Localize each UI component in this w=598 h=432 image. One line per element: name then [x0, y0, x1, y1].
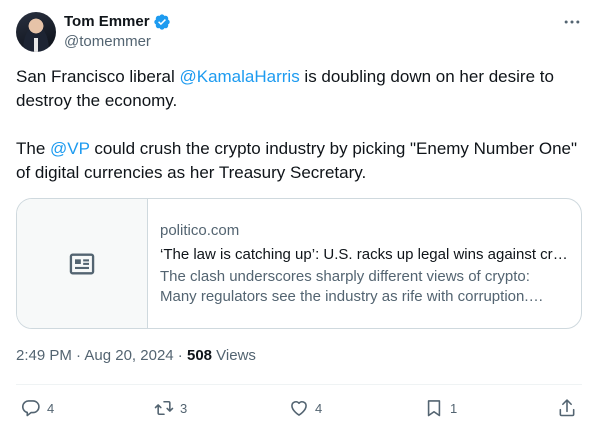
views-count: 508: [186, 347, 213, 364]
text-span: San Francisco liberal: [16, 67, 180, 86]
tweet-meta: 2:49 PM · Aug 20, 2024 · 508 Views: [16, 346, 256, 366]
link-preview-card[interactable]: politico.com ‘The law is catching up’: U…: [16, 198, 582, 329]
meta-separator: ·: [71, 347, 85, 364]
card-domain: politico.com: [160, 222, 240, 239]
meta-separator: ·: [173, 347, 187, 364]
more-options-icon[interactable]: [558, 10, 586, 34]
share-button[interactable]: [557, 396, 577, 420]
heart-icon: [291, 401, 307, 416]
mention-vp-link[interactable]: @VP: [50, 139, 90, 158]
bookmark-button[interactable]: 1: [424, 396, 457, 420]
like-button[interactable]: 4: [289, 396, 322, 420]
reply-icon: [21, 400, 40, 417]
card-thumbnail: [17, 199, 148, 328]
card-title: ‘The law is catching up’: U.S. racks up …: [160, 246, 568, 263]
card-body: politico.com ‘The law is catching up’: U…: [160, 221, 568, 307]
repost-count: 3: [180, 400, 188, 416]
article-icon: [69, 253, 95, 274]
text-span: The: [16, 139, 51, 158]
share-icon: [559, 399, 575, 417]
tweet-text: San Francisco liberal @KamalaHarris is d…: [16, 65, 582, 185]
card-description: The clash underscores sharply different …: [160, 268, 530, 305]
author-handle[interactable]: @tomemmer: [64, 32, 151, 52]
tweet-time-link[interactable]: 2:49 PM: [16, 347, 72, 364]
divider: [16, 384, 582, 385]
mention-kamalaharris-link[interactable]: @KamalaHarris: [179, 67, 299, 86]
verified-badge-icon: [154, 14, 170, 30]
reply-count: 4: [47, 400, 55, 416]
tweet-paragraph-1: San Francisco liberal @KamalaHarris is d…: [16, 65, 582, 113]
repost-icon: [154, 400, 174, 416]
bookmark-count: 1: [450, 400, 458, 416]
tweet-date-link[interactable]: Aug 20, 2024: [84, 347, 173, 364]
text-span: could crush the crypto industry by picki…: [16, 139, 578, 182]
like-count: 4: [315, 400, 323, 416]
reply-button[interactable]: 4: [21, 396, 54, 420]
bookmark-icon: [427, 400, 441, 417]
tweet-paragraph-2: The @VP could crush the crypto industry …: [16, 137, 582, 185]
repost-button[interactable]: 3: [154, 396, 187, 420]
author-name[interactable]: Tom Emmer: [64, 12, 150, 32]
avatar[interactable]: [16, 12, 56, 52]
views-label: Views: [212, 347, 256, 364]
